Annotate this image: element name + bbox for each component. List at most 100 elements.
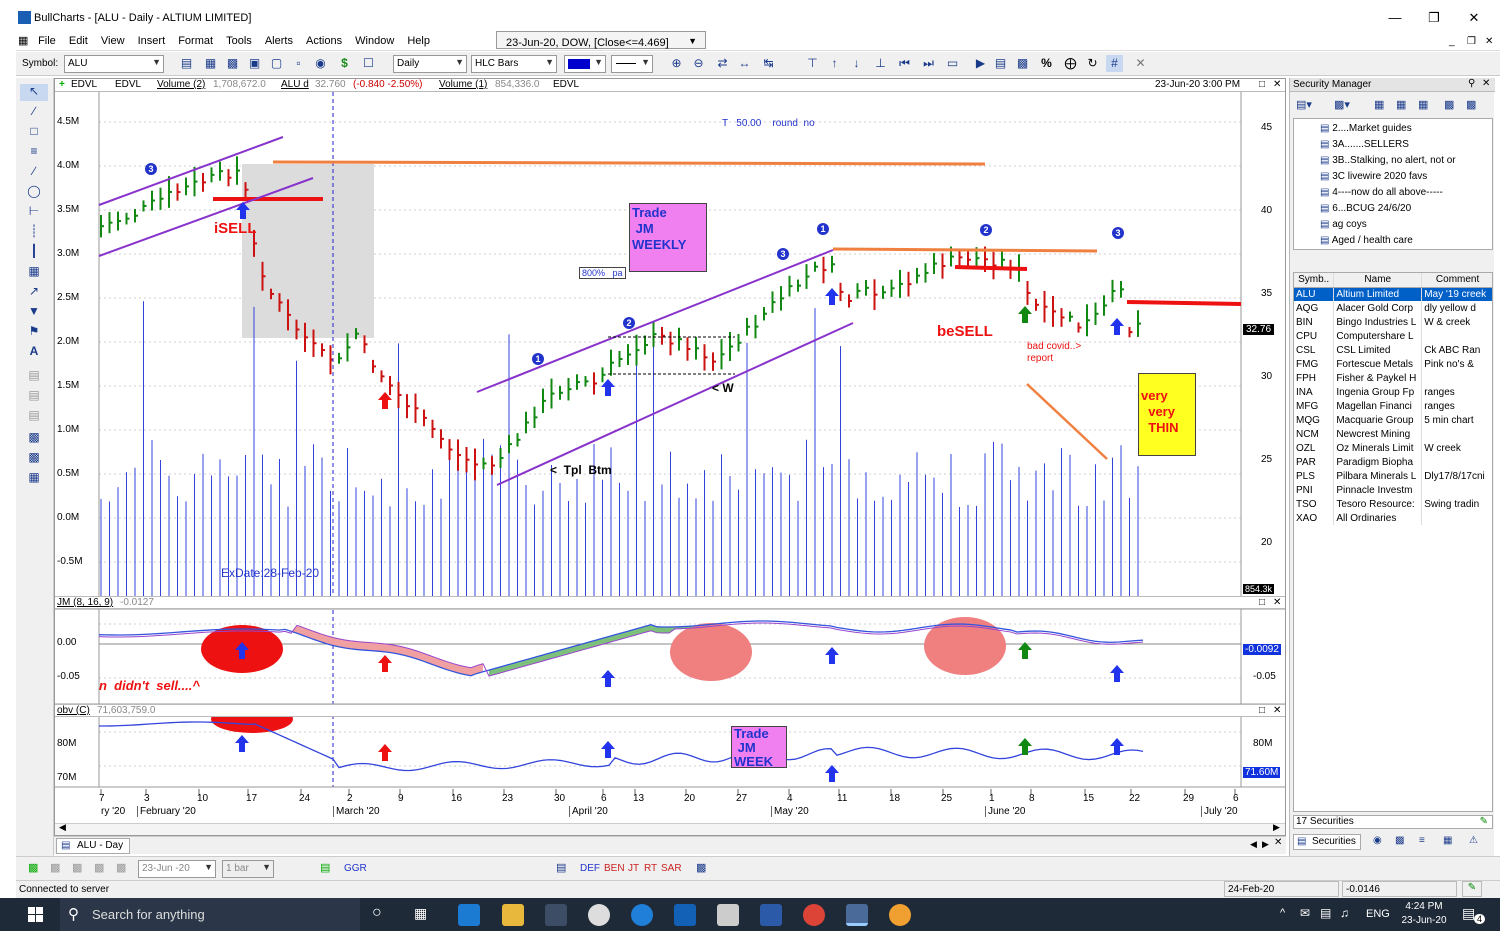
menu-alerts[interactable]: Alerts: [260, 32, 298, 47]
grid-toggle-icon[interactable]: #: [1106, 55, 1123, 72]
clock-app-icon[interactable]: [588, 904, 610, 926]
scroll-left-icon[interactable]: ◀: [59, 822, 66, 833]
security-row[interactable]: PLS Pilbara Minerals L Dly17/8/17cni: [1294, 469, 1492, 483]
pane-close-icon[interactable]: ✕: [1273, 597, 1281, 608]
tool-f-icon[interactable]: ▦: [20, 470, 48, 487]
table-icon[interactable]: ▩: [224, 55, 241, 72]
hline-tool-icon[interactable]: ⊢: [20, 204, 48, 221]
security-row[interactable]: PNI Pinnacle Investm: [1294, 483, 1492, 497]
other-app-icon[interactable]: [889, 904, 911, 926]
select-icon[interactable]: ▫: [290, 55, 307, 72]
sec-tab-3-icon[interactable]: ▩: [1395, 835, 1404, 846]
pane-max-icon[interactable]: □: [1259, 705, 1265, 716]
folder-item[interactable]: ▤ 3C livewire 2020 favs: [1320, 169, 1492, 185]
shift-icon[interactable]: ↹: [760, 55, 777, 72]
ie-icon[interactable]: [631, 904, 653, 926]
taskbar-search[interactable]: ⚲ Search for anything: [60, 898, 360, 931]
security-row[interactable]: XAO All Ordinaries: [1294, 511, 1492, 525]
minimize-icon[interactable]: —: [1380, 10, 1410, 28]
file-explorer-icon[interactable]: [502, 904, 524, 926]
dollar-icon[interactable]: $: [336, 55, 353, 72]
tool-b-icon[interactable]: ▤: [20, 388, 48, 405]
step-icon[interactable]: ▩: [72, 861, 82, 874]
menu-tools[interactable]: Tools: [221, 32, 257, 47]
tray-up-icon[interactable]: ^: [1280, 907, 1285, 919]
security-row[interactable]: TSO Tesoro Resource: Swing tradin: [1294, 497, 1492, 511]
h-scrollbar[interactable]: ◀ ▶: [55, 822, 1285, 835]
tab-securities[interactable]: ▤ Securities: [1293, 834, 1361, 850]
style-combo[interactable]: HLC Bars ▼: [471, 55, 557, 73]
layout-icon[interactable]: ▢: [268, 55, 285, 72]
sec-tool-5-icon[interactable]: ▦: [1418, 98, 1428, 111]
bullcharts-task-icon[interactable]: [846, 904, 868, 926]
sec-tool-4-icon[interactable]: ▦: [1396, 98, 1406, 111]
cortana-icon[interactable]: ○: [372, 904, 382, 922]
percent-icon[interactable]: %: [1038, 55, 1055, 72]
channel-tool-icon[interactable]: ∕: [20, 164, 48, 181]
grid-icon[interactable]: ▦: [202, 55, 219, 72]
pointer-icon[interactable]: ↖: [20, 84, 48, 101]
hdr-alu-d[interactable]: ALU d: [281, 79, 309, 90]
network-icon[interactable]: ▤: [1320, 906, 1331, 920]
folder-item[interactable]: ▤ Aged / health care: [1320, 233, 1492, 249]
sec-tool-1-icon[interactable]: ▤▾: [1296, 98, 1312, 111]
play-icon[interactable]: ▶: [972, 55, 989, 72]
cycle-tool-icon[interactable]: ┃: [20, 244, 48, 261]
copy-icon[interactable]: ▩: [1014, 55, 1031, 72]
info-combo[interactable]: 23-Jun-20, DOW, [Close<=4.469] ▼: [496, 31, 706, 49]
tab-close-icon[interactable]: ✕: [1274, 837, 1282, 848]
tool-e-icon[interactable]: ▩: [20, 450, 48, 467]
col-comment[interactable]: Comment: [1421, 273, 1492, 288]
word-icon[interactable]: [760, 904, 782, 926]
refresh-icon[interactable]: ↻: [1084, 55, 1101, 72]
top-icon[interactable]: ⊤: [804, 55, 821, 72]
plus-icon[interactable]: +: [59, 79, 65, 90]
menu-window[interactable]: Window: [350, 32, 399, 47]
restore-icon[interactable]: ❐: [1419, 10, 1449, 28]
pane-close-icon[interactable]: ✕: [1273, 79, 1281, 90]
properties-icon[interactable]: ▤: [992, 55, 1009, 72]
security-row[interactable]: ALU Altium Limited May '19 creek: [1294, 287, 1492, 301]
link-def[interactable]: DEF: [580, 863, 600, 874]
link-jt[interactable]: JT: [628, 863, 639, 874]
jm-header[interactable]: JM (8, 16, 9): [57, 597, 113, 608]
security-row[interactable]: AQG Alacer Gold Corp dly yellow d: [1294, 301, 1492, 315]
sec-tab-2-icon[interactable]: ◉: [1373, 835, 1382, 846]
sec-tool-7-icon[interactable]: ▩: [1466, 98, 1476, 111]
step-end-icon[interactable]: ▩: [116, 861, 126, 874]
volume-icon[interactable]: ♫: [1340, 906, 1349, 920]
edit-icon[interactable]: ✎: [1480, 816, 1488, 827]
tab-alu-day[interactable]: ▤ ALU - Day: [56, 838, 131, 854]
security-row[interactable]: OZL Oz Minerals Limit W creek: [1294, 441, 1492, 455]
scroll-right-icon[interactable]: ▶: [1273, 822, 1280, 833]
alert-icon[interactable]: ☐: [360, 55, 377, 72]
clock-time[interactable]: 4:24 PM: [1402, 901, 1446, 912]
media-icon[interactable]: [545, 904, 567, 926]
step-back-icon[interactable]: ▩: [50, 861, 60, 874]
menu-insert[interactable]: Insert: [133, 32, 171, 47]
notes-icon[interactable]: ▤: [556, 861, 566, 874]
close-all-icon[interactable]: ✕: [1132, 55, 1149, 72]
security-row[interactable]: CPU Computershare L: [1294, 329, 1492, 343]
crosshair-icon[interactable]: ⨁: [1062, 55, 1079, 72]
down-icon[interactable]: ↓: [848, 55, 865, 72]
sec-tab-5-icon[interactable]: ▦: [1443, 835, 1452, 846]
play-all-icon[interactable]: ▩: [28, 861, 38, 874]
zoom-out-icon[interactable]: ⊖: [690, 55, 707, 72]
pan-icon[interactable]: ⇄: [714, 55, 731, 72]
bars-combo[interactable]: 1 bar ▼: [222, 860, 274, 878]
arrow-tool-icon[interactable]: ▼: [20, 304, 48, 321]
text-tool-icon[interactable]: A: [20, 344, 48, 361]
obv-header[interactable]: obv (C): [57, 705, 90, 716]
hdr-edvl-2[interactable]: EDVL: [115, 79, 141, 90]
menu-edit[interactable]: Edit: [64, 32, 93, 47]
pane-close-icon[interactable]: ✕: [1273, 705, 1281, 716]
bottom-icon[interactable]: ⊥: [872, 55, 889, 72]
security-row[interactable]: PAR Paradigm Biopha: [1294, 455, 1492, 469]
tool-c-icon[interactable]: ▤: [20, 408, 48, 425]
tool-a-icon[interactable]: ▤: [20, 368, 48, 385]
mdi-close-icon[interactable]: ✕: [1480, 33, 1498, 47]
fit-icon[interactable]: ↔: [736, 55, 753, 72]
tool-d-icon[interactable]: ▩: [20, 430, 48, 447]
sec-tab-6-icon[interactable]: ⚠: [1469, 835, 1478, 846]
